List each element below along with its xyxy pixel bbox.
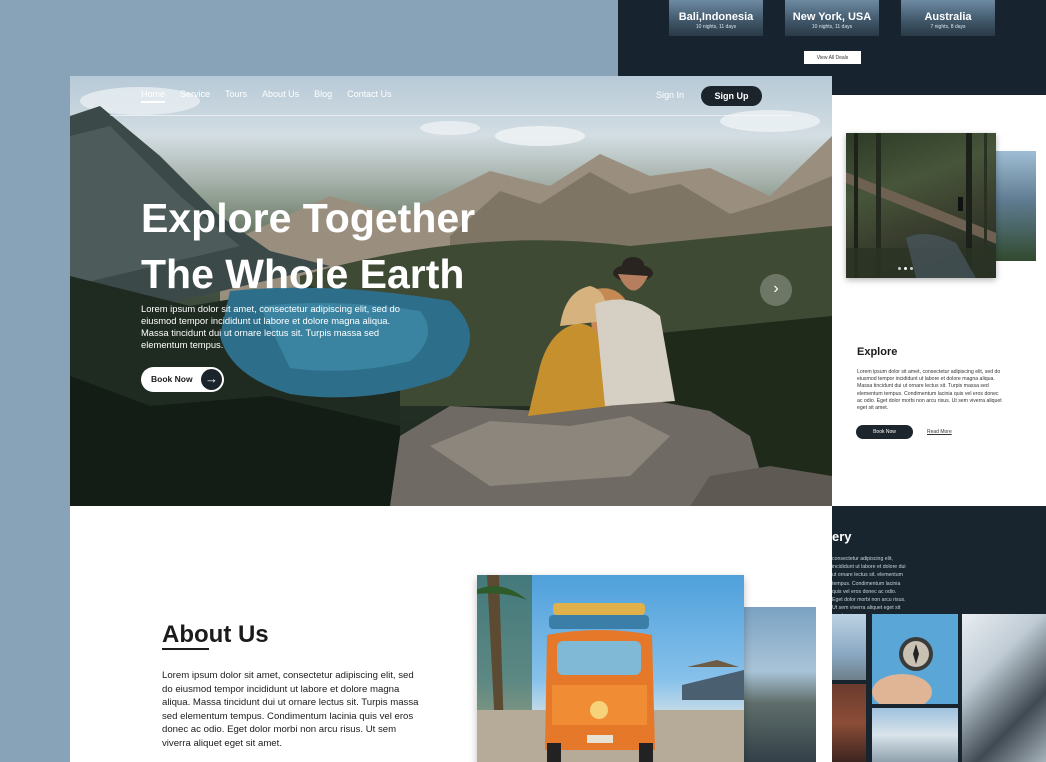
deal-duration: 7 nights, 8 days [930,24,966,30]
view-all-deals-button[interactable]: View All Deals [804,51,861,64]
deal-duration: 10 nights, 11 days [811,24,853,30]
gallery-panel: ery consectetur adipiscing elit, incidid… [832,506,1046,762]
nav-service[interactable]: Service [180,89,210,103]
gallery-image-snowy-mountain[interactable] [962,614,1046,762]
carousel-dot[interactable] [904,267,907,270]
deal-name: New York, USA [792,11,872,23]
nav-divider [110,115,791,116]
mountain-lake-image [996,151,1036,261]
nav-blog[interactable]: Blog [314,89,332,103]
mountain-image [744,607,816,762]
explore-title: Explore [857,346,898,358]
explore-description: Lorem ipsum dolor sit amet, consectetur … [857,369,1002,412]
book-now-label: Book Now [151,374,193,384]
hero-title-line-2: The Whole Earth [141,251,465,297]
orange-van-image [477,575,744,762]
deal-card-bali[interactable]: Bali,Indonesia 10 nights, 11 days [669,0,763,36]
nav-contact-us[interactable]: Contact Us [347,89,392,103]
forest-trees-graphic [846,133,996,278]
deal-name: Australia [924,11,972,23]
forest-hiker-image [846,133,996,278]
explore-panel: Explore Lorem ipsum dolor sit amet, cons… [832,95,1046,506]
carousel-dot[interactable] [910,267,913,270]
book-now-button[interactable]: Book Now → [141,367,224,392]
deal-card-new-york[interactable]: New York, USA 10 nights, 11 days [785,0,879,36]
hero-title-line-1: Explore Together [141,195,476,241]
deal-duration: 10 nights, 11 days [695,24,737,30]
gallery-image-town[interactable] [872,708,958,762]
about-title: About Us [162,621,269,648]
hero-description: Lorem ipsum dolor sit amet, consectetur … [141,303,400,350]
deal-name: Bali,Indonesia [678,11,754,23]
about-description: Lorem ipsum dolor sit amet, consectetur … [162,670,419,749]
gallery-image-plane[interactable] [832,614,866,680]
carousel-dot[interactable] [898,267,901,270]
compass-icon [872,637,933,704]
sign-up-button[interactable]: Sign Up [701,86,762,106]
gallery-image-compass[interactable] [872,614,958,704]
read-more-link[interactable]: Read More [927,429,952,435]
explore-book-now-button[interactable]: Book Now [856,425,913,439]
gallery-title: ery [832,529,852,544]
about-title-underline [162,648,209,650]
main-nav: Home Service Tours About Us Blog Contact… [141,89,392,103]
sign-in-link[interactable]: Sign In [656,90,684,100]
gallery-description: consectetur adipiscing elit, incididunt … [832,556,906,619]
hero-section: Home Service Tours About Us Blog Contact… [70,76,832,506]
deal-card-australia[interactable]: Australia 7 nights, 8 days [901,0,995,36]
van-beach-graphic [477,575,744,762]
arrow-right-icon: → [201,369,222,390]
nav-tours[interactable]: Tours [225,89,247,103]
nav-home[interactable]: Home [141,89,166,103]
gallery-image-canyon[interactable] [832,684,866,762]
nav-about-us[interactable]: About Us [262,89,299,103]
hero-title: Explore Together The Whole Earth [141,190,475,302]
chevron-right-icon[interactable]: › [760,274,792,306]
about-section: About Us Lorem ipsum dolor sit amet, con… [70,506,832,762]
